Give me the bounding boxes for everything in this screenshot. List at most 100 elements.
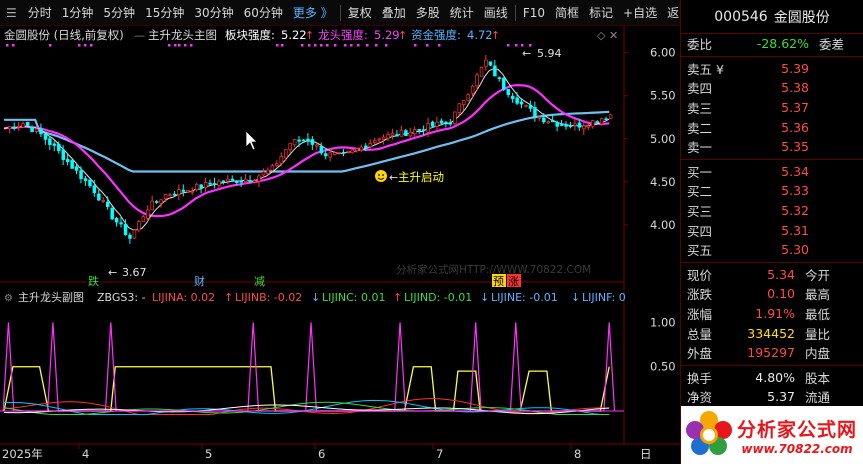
candle-body	[52, 143, 57, 146]
multi-stock-button[interactable]: 多股	[411, 0, 445, 26]
tab-timeshare[interactable]: 分时	[23, 0, 57, 26]
ask-row[interactable]: 卖五 ¥ 5.39	[681, 59, 863, 79]
low-arrow-icon: ←	[108, 266, 117, 279]
stat-value: 5.34	[767, 266, 795, 282]
bid-row[interactable]: 买三 5.32	[681, 201, 863, 221]
candle-body	[284, 149, 288, 159]
up-arrow-icon: ↑	[393, 291, 402, 304]
candle-body	[368, 143, 373, 148]
candle-body	[310, 139, 315, 145]
candle-body	[502, 77, 506, 90]
adjust-button[interactable]: 复权	[343, 0, 377, 26]
candle-body	[506, 89, 511, 95]
signal-dot	[84, 44, 87, 47]
tab-15min[interactable]: 15分钟	[140, 0, 189, 26]
ask-price: 5.39	[781, 60, 809, 76]
tab-60min[interactable]: 60分钟	[239, 0, 288, 26]
candle-body	[261, 171, 266, 176]
stats-button[interactable]: 统计	[445, 0, 479, 26]
candle-body	[328, 152, 333, 158]
signal-dot	[366, 44, 369, 47]
stat-label-2: 量比	[805, 326, 831, 342]
bid-row[interactable]: 买四 5.31	[681, 220, 863, 240]
stat-label-2: 最低	[805, 307, 831, 323]
candle-body	[150, 200, 155, 211]
signal-dot	[90, 44, 93, 47]
signal-dot	[375, 44, 378, 47]
candle-body	[79, 170, 83, 179]
lijinf-value: LIJINF: 0	[582, 291, 626, 304]
candle-body	[390, 133, 395, 136]
ask-label: 卖四	[687, 81, 713, 97]
f10-button[interactable]: F10	[518, 0, 550, 26]
stat-value: 1.91%	[755, 306, 795, 322]
candle-body	[470, 85, 475, 94]
stock-name-period: 金圆股份 (日线,前复权)	[4, 28, 124, 42]
sub-chart-header: ⚙ 主升龙头副图 ZBGS3: - LIJINA: 0.02 ↑ LIJINB:…	[4, 291, 626, 304]
candle-body	[297, 139, 301, 142]
candle-body	[599, 118, 604, 125]
draw-button[interactable]: 画线	[479, 0, 513, 26]
tab-30min[interactable]: 30分钟	[189, 0, 238, 26]
stat-label: 现价	[687, 267, 713, 283]
price-tick: 5.50	[650, 89, 676, 103]
stat-label-2: 股本	[805, 370, 831, 386]
close-icon[interactable]: ✕	[609, 29, 618, 42]
candle-body	[413, 129, 417, 135]
candle-body	[519, 101, 524, 105]
stat-row: 现价 5.34 今开	[681, 265, 863, 285]
stat-label: 涨幅	[687, 307, 713, 323]
bid-row[interactable]: 买一 5.34	[681, 162, 863, 182]
start-signal-label: 主升启动	[398, 170, 444, 184]
stat-value: 5.37	[767, 389, 795, 405]
menu-icon[interactable]: ☰	[0, 6, 23, 20]
candle-body	[30, 126, 34, 133]
candle-body	[252, 180, 257, 183]
candle-body	[266, 169, 270, 174]
date-label: 2025年	[2, 447, 43, 461]
signal-dot	[326, 44, 329, 47]
candle-body	[555, 122, 559, 127]
more-button[interactable]: 更多 》	[288, 0, 338, 26]
candle-body	[395, 134, 399, 137]
tab-5min[interactable]: 5分钟	[98, 0, 140, 26]
simple-frame-button[interactable]: 简框	[550, 0, 584, 26]
weibi-row: 委比 -28.62% 委差	[681, 34, 863, 54]
candle-body	[355, 148, 359, 151]
tab-1min[interactable]: 1分钟	[57, 0, 99, 26]
add-watchlist-button[interactable]: +自选	[618, 0, 662, 26]
candle-body	[301, 139, 306, 142]
candle-body	[57, 143, 61, 151]
stat-label: 涨跌	[687, 287, 713, 303]
ask-row[interactable]: 卖一 5.35	[681, 137, 863, 157]
candle-body	[426, 123, 430, 133]
bid-row[interactable]: 买五 5.30	[681, 240, 863, 260]
candle-body	[421, 129, 426, 132]
signal-dot	[301, 44, 304, 47]
stock-name: 金圆股份	[773, 9, 830, 26]
candle-body	[105, 201, 110, 207]
ask-row[interactable]: 卖四 5.38	[681, 78, 863, 98]
overlay-button[interactable]: 叠加	[377, 0, 411, 26]
diamond-icon[interactable]: ◇	[597, 29, 606, 42]
candle-body	[319, 146, 324, 154]
candle-body	[65, 159, 70, 162]
ask-row[interactable]: 卖三 5.37	[681, 98, 863, 118]
candle-body	[430, 121, 435, 127]
candle-body	[163, 194, 168, 199]
kline-chart[interactable]: 金圆股份 (日线,前复权) — 主升龙头主图 板块强度: 5.22 ↑ 龙头强度…	[0, 26, 680, 464]
mark-button[interactable]: 标记	[584, 0, 618, 26]
bid-row[interactable]: 买二 5.33	[681, 181, 863, 201]
gear-icon[interactable]: ⚙	[4, 293, 13, 304]
stock-title: 000546 金圆股份	[681, 0, 863, 34]
candle-body	[493, 65, 497, 77]
candle-body	[34, 128, 39, 132]
price-tick: 5.00	[650, 132, 676, 146]
stat-value: 0.10	[767, 286, 795, 302]
candle-body	[292, 139, 297, 146]
candle-body	[128, 234, 132, 239]
ask-row[interactable]: 卖二 5.36	[681, 117, 863, 137]
candle-body	[21, 123, 25, 128]
signal-dot	[350, 44, 353, 47]
stat-label-2: 内盘	[805, 346, 831, 362]
